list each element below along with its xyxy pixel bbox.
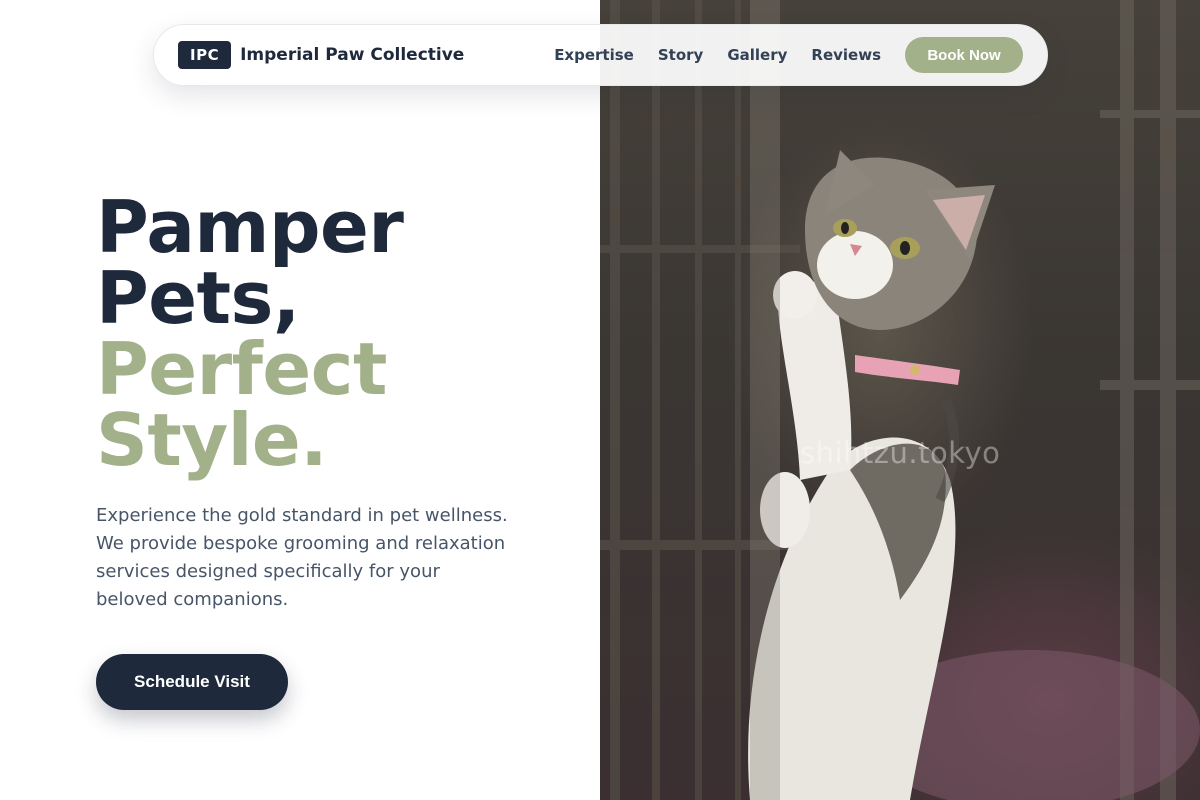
brand-name[interactable]: Imperial Paw Collective: [240, 45, 464, 65]
hero-photo-kitten: shihtzu.tokyo: [600, 0, 1200, 800]
logo-badge[interactable]: IPC: [178, 41, 232, 69]
nav-link-reviews[interactable]: Reviews: [811, 46, 881, 64]
hero-description: Experience the gold standard in pet well…: [96, 505, 508, 610]
nav-link-expertise[interactable]: Expertise: [554, 46, 634, 64]
nav-links: Expertise Story Gallery Reviews: [554, 46, 881, 64]
top-navigation: IPC Imperial Paw Collective Expertise St…: [153, 24, 1048, 86]
schedule-visit-button[interactable]: Schedule Visit: [96, 654, 288, 710]
headline-accent-line-2: Style.: [96, 398, 328, 482]
book-now-button[interactable]: Book Now: [905, 37, 1023, 73]
headline-line-1: Pamper: [96, 185, 404, 269]
kitten-illustration: [600, 0, 1200, 800]
hero-headline: Pamper Pets, Perfect Style.: [96, 185, 576, 482]
headline-line-2: Pets,: [96, 256, 300, 340]
hero-section: Pamper Pets, Perfect Style.: [96, 185, 576, 482]
headline-accent-line-1: Perfect: [96, 327, 387, 411]
nav-link-story[interactable]: Story: [658, 46, 703, 64]
nav-link-gallery[interactable]: Gallery: [727, 46, 787, 64]
photo-watermark: shihtzu.tokyo: [800, 436, 1001, 470]
